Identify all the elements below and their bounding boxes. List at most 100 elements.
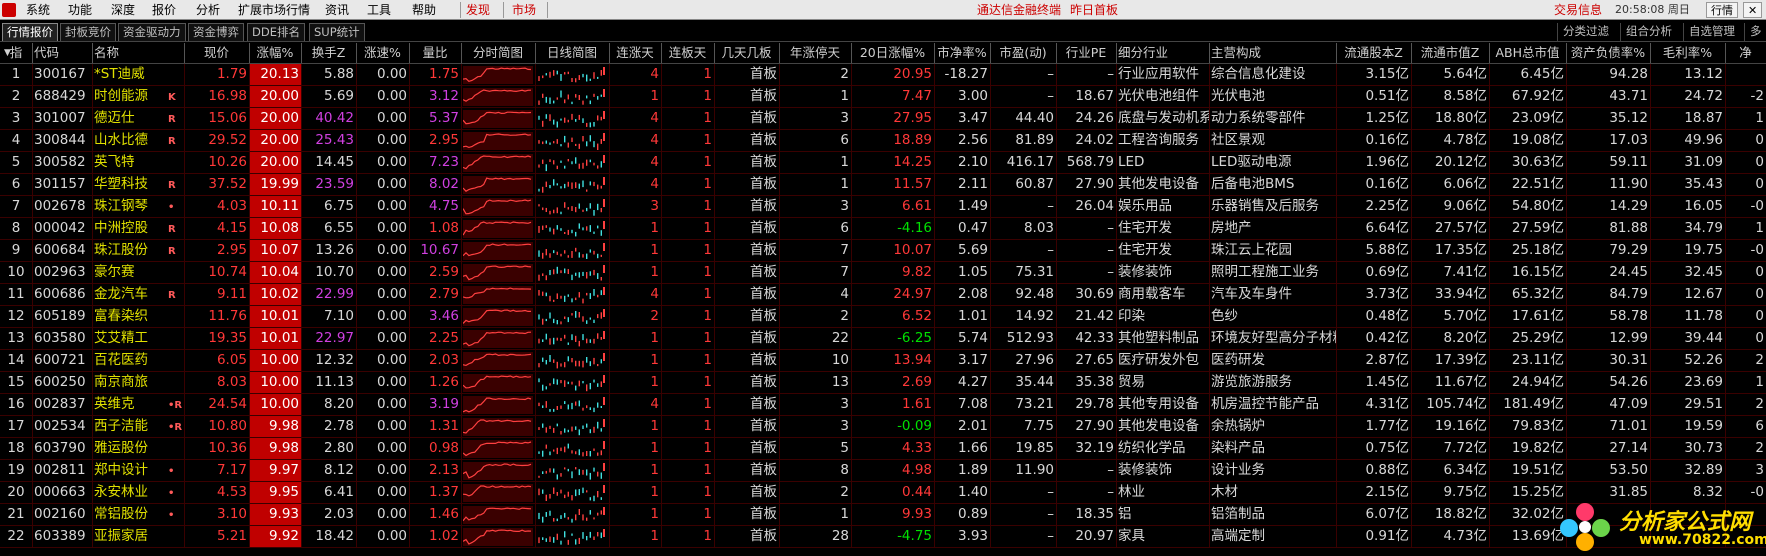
menu-help[interactable]: 帮助 bbox=[412, 0, 436, 20]
menu-depth[interactable]: 深度 bbox=[111, 0, 135, 20]
column-header[interactable]: 毛利率% bbox=[1650, 43, 1725, 63]
column-separator bbox=[1411, 350, 1412, 371]
quote-button[interactable]: 行情 bbox=[1706, 2, 1738, 18]
column-header[interactable]: 换手Z bbox=[301, 43, 356, 63]
menu-ext-market[interactable]: 扩展市场行情 bbox=[238, 0, 310, 20]
tab-dde-rank[interactable]: DDE排名 bbox=[247, 23, 305, 41]
column-separator bbox=[714, 86, 715, 107]
consecutive-limit-days: 1 bbox=[703, 484, 712, 500]
change-20d: 18.89 bbox=[893, 132, 932, 148]
table-row[interactable]: 8 000042 R 中洲控股 4.15 10.08 6.55 0.00 1.08 1 1 首板 6 -4… bbox=[0, 218, 1766, 240]
tab-category-filter[interactable]: 分类过滤 bbox=[1557, 23, 1614, 41]
column-separator bbox=[990, 174, 991, 195]
column-header[interactable]: 涨速% bbox=[356, 43, 409, 63]
pe-ratio: 73.21 bbox=[1015, 396, 1054, 412]
column-header[interactable]: 连板天 bbox=[661, 43, 714, 63]
table-row[interactable]: 19 002811 • 郑中设计 7.17 9.97 8.12 0.00 2.13 1 1 首板 8 4.… bbox=[0, 460, 1766, 482]
column-header[interactable]: 流通市值Z bbox=[1411, 43, 1489, 63]
row-index: 12 bbox=[7, 308, 25, 324]
column-header[interactable]: 几天几板 bbox=[714, 43, 779, 63]
column-separator bbox=[1650, 306, 1651, 327]
tab-fund-drive[interactable]: 资金驱动力 bbox=[118, 23, 186, 41]
industry-pe: 18.67 bbox=[1075, 88, 1114, 104]
tab-more[interactable]: 多 bbox=[1744, 23, 1766, 41]
column-separator bbox=[1209, 64, 1210, 85]
table-row[interactable]: 13 603580 艾艾精工 19.35 10.01 22.97 0.00 2.25 1 1 首板 2… bbox=[0, 328, 1766, 350]
change-pct: 20.00 bbox=[249, 108, 301, 129]
table-row[interactable]: 7 002678 • 珠江钢琴 4.03 10.11 6.75 0.00 4.75 3 1 首板 3 6.… bbox=[0, 196, 1766, 218]
column-header[interactable]: 流通股本Z bbox=[1336, 43, 1411, 63]
column-header[interactable]: 连涨天 bbox=[609, 43, 661, 63]
tab-sup-stats[interactable]: SUP统计 bbox=[309, 23, 365, 41]
main-business: 综合信息化建设 bbox=[1211, 66, 1306, 82]
menu-discover[interactable]: 发现 bbox=[466, 0, 490, 20]
column-header[interactable]: 日线简图 bbox=[535, 43, 609, 63]
table-row[interactable]: 11 600686 R 金龙汽车 9.11 10.02 22.99 0.00 2.79 4 1 首板 4… bbox=[0, 284, 1766, 306]
column-header[interactable]: 20日涨幅% bbox=[851, 43, 934, 63]
tab-quotes[interactable]: 行情报价 bbox=[2, 23, 58, 41]
column-separator bbox=[779, 130, 780, 151]
float-market-cap: 18.80亿 bbox=[1434, 110, 1487, 126]
table-row[interactable]: 5 300582 英飞特 10.26 20.00 14.45 0.00 7.23 4 1 首板 1 14… bbox=[0, 152, 1766, 174]
column-header[interactable]: 涨幅% bbox=[249, 43, 301, 63]
tab-watchlist[interactable]: 自选管理 bbox=[1683, 23, 1740, 41]
table-row[interactable]: 2 688429 K 时创能源 16.98 20.00 5.69 0.00 3.12 1 1 首板 1 7… bbox=[0, 86, 1766, 108]
tab-auction[interactable]: 封板竞价 bbox=[60, 23, 116, 41]
board-count: 首板 bbox=[750, 176, 777, 192]
table-row[interactable]: 15 600250 南京商旅 8.03 10.00 11.13 0.00 1.26 1 1 首板 13… bbox=[0, 372, 1766, 394]
column-separator bbox=[1209, 372, 1210, 393]
menu-market[interactable]: 市场 bbox=[512, 0, 536, 20]
column-header[interactable]: 细分行业 bbox=[1116, 43, 1209, 63]
column-header[interactable]: 现价 bbox=[184, 43, 249, 63]
column-separator bbox=[1336, 86, 1337, 107]
trade-info-button[interactable]: 交易信息 bbox=[1554, 0, 1602, 20]
menu-tools[interactable]: 工具 bbox=[367, 0, 391, 20]
column-header[interactable]: 量比 bbox=[409, 43, 461, 63]
column-header[interactable]: ABH总市值 bbox=[1489, 43, 1566, 63]
close-icon[interactable]: ✕ bbox=[1743, 2, 1763, 18]
table-row[interactable]: 22 603389 亚振家居 5.21 9.92 18.42 0.00 1.02 1 1 首板 28 -… bbox=[0, 526, 1766, 548]
table-row[interactable]: 17 002534 •R 西子洁能 10.80 9.98 2.78 0.00 1.31 1 1 首板 3… bbox=[0, 416, 1766, 438]
column-header[interactable]: 代码 bbox=[32, 43, 92, 63]
table-row[interactable]: 3 301007 R 德迈仕 15.06 20.00 40.42 0.00 5.37 4 1 首板 3 2… bbox=[0, 108, 1766, 130]
industry-pe: 24.26 bbox=[1075, 110, 1114, 126]
tab-fund-game[interactable]: 资金博弈 bbox=[188, 23, 244, 41]
table-row[interactable]: 9 600684 R 珠江股份 2.95 10.07 13.26 0.00 10.67 1 1 首板 7… bbox=[0, 240, 1766, 262]
table-row[interactable]: 4 300844 R 山水比德 29.52 20.00 25.43 0.00 2.95 4 1 首板 6… bbox=[0, 130, 1766, 152]
column-header[interactable]: 资产负债率% bbox=[1566, 43, 1650, 63]
column-header[interactable]: 分时简图 bbox=[461, 43, 535, 63]
column-separator bbox=[1650, 328, 1651, 349]
table-row[interactable]: 12 605189 富春染织 11.76 10.01 7.10 0.00 3.46 2 1 首板 2 6… bbox=[0, 306, 1766, 328]
table-row[interactable]: 20 000663 • 永安林业 4.53 9.95 6.41 0.00 1.37 1 1 首板 2 0.… bbox=[0, 482, 1766, 504]
menu-quote[interactable]: 报价 bbox=[152, 0, 176, 20]
board-count: 首板 bbox=[750, 506, 777, 522]
net-margin: 0 bbox=[1755, 132, 1764, 148]
table-row[interactable]: 21 002160 • 常铝股份 3.10 9.93 2.03 0.00 1.46 1 1 首板 1 9.… bbox=[0, 504, 1766, 526]
row-index: 2 bbox=[11, 88, 21, 104]
column-header[interactable]: 名称 bbox=[92, 43, 184, 63]
table-row[interactable]: 1 300167 *ST迪威 1.79 20.13 5.88 0.00 1.75 4 1 首板 2 20… bbox=[0, 64, 1766, 86]
column-header[interactable]: 市盈(动) bbox=[990, 43, 1056, 63]
table-row[interactable]: 10 002963 豪尔赛 10.74 10.04 10.70 0.00 2.59 1 1 首板 7 9… bbox=[0, 262, 1766, 284]
table-row[interactable]: 14 600721 百花医药 6.05 10.00 12.32 0.00 2.03 1 1 首板 10… bbox=[0, 350, 1766, 372]
table-row[interactable]: 16 002837 •R 英维克 24.54 10.00 8.20 0.00 3.19 4 1 首板 3… bbox=[0, 394, 1766, 416]
menu-news[interactable]: 资讯 bbox=[325, 0, 349, 20]
column-separator bbox=[184, 108, 185, 129]
speed: 0.00 bbox=[376, 330, 407, 346]
column-separator bbox=[851, 526, 852, 547]
volume-ratio: 1.31 bbox=[428, 418, 459, 434]
column-header[interactable]: 行业PE bbox=[1056, 43, 1116, 63]
column-header[interactable]: 年涨停天 bbox=[779, 43, 851, 63]
menu-function[interactable]: 功能 bbox=[68, 0, 92, 20]
column-header[interactable]: 市净率% bbox=[934, 43, 990, 63]
menu-system[interactable]: 系统 bbox=[26, 0, 50, 20]
column-separator bbox=[779, 262, 780, 283]
table-row[interactable]: 6 301157 R 华塑科技 37.52 19.99 23.59 0.00 8.02 4 1 首板 1… bbox=[0, 174, 1766, 196]
speed: 0.00 bbox=[376, 462, 407, 478]
tab-portfolio-analysis[interactable]: 组合分析 bbox=[1620, 23, 1677, 41]
table-row[interactable]: 18 603790 雅运股份 10.36 9.98 2.80 0.00 0.98 1 1 首板 5 4.… bbox=[0, 438, 1766, 460]
menu-analysis[interactable]: 分析 bbox=[196, 0, 220, 20]
column-header[interactable]: 净 bbox=[1725, 43, 1766, 63]
row-index: 6 bbox=[11, 176, 21, 192]
column-header[interactable]: 主营构成 bbox=[1209, 43, 1336, 63]
